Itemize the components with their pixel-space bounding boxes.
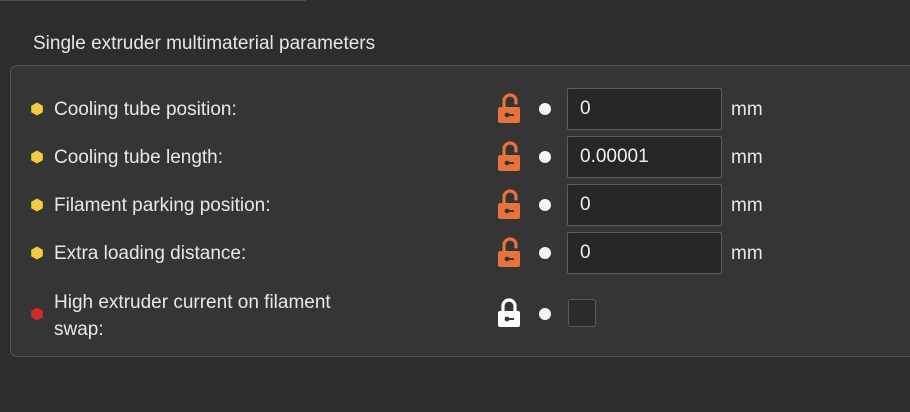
unit-label: mm xyxy=(731,195,763,216)
param-label-line1: High extruder current on filament xyxy=(54,292,331,313)
modified-indicator-icon xyxy=(31,102,43,116)
param-label: Cooling tube position: xyxy=(54,99,237,120)
reset-to-system-button[interactable] xyxy=(539,308,551,320)
unit-label: mm xyxy=(731,99,763,120)
reset-to-system-button[interactable] xyxy=(539,103,551,115)
param-label: Filament parking position: xyxy=(54,195,271,216)
param-label-line2: swap: xyxy=(54,319,104,340)
reset-to-system-button[interactable] xyxy=(539,199,551,211)
param-row-cooling-tube-position: Cooling tube position: mm xyxy=(0,88,910,130)
reset-to-system-button[interactable] xyxy=(539,247,551,259)
modified-indicator-icon xyxy=(31,307,43,321)
unlocked-lock-icon[interactable] xyxy=(496,189,522,221)
modified-indicator-icon xyxy=(31,198,43,212)
unlocked-lock-icon[interactable] xyxy=(496,237,522,269)
param-row-cooling-tube-length: Cooling tube length: mm xyxy=(0,136,910,178)
unit-label: mm xyxy=(731,147,763,168)
cooling-tube-length-input[interactable] xyxy=(567,136,722,178)
top-divider xyxy=(0,0,306,1)
modified-indicator-icon xyxy=(31,246,43,260)
cooling-tube-position-input[interactable] xyxy=(567,88,722,130)
unlocked-lock-icon[interactable] xyxy=(496,93,522,125)
param-label: Extra loading distance: xyxy=(54,243,247,264)
param-row-filament-parking-position: Filament parking position: mm xyxy=(0,184,910,226)
high-extruder-current-checkbox[interactable] xyxy=(568,299,596,327)
modified-indicator-icon xyxy=(31,150,43,164)
unit-label: mm xyxy=(731,243,763,264)
param-row-extra-loading-distance: Extra loading distance: mm xyxy=(0,232,910,274)
unlocked-lock-icon[interactable] xyxy=(496,141,522,173)
reset-to-system-button[interactable] xyxy=(539,151,551,163)
locked-lock-icon[interactable] xyxy=(496,297,522,329)
section-title: Single extruder multimaterial parameters xyxy=(33,33,376,54)
param-label: Cooling tube length: xyxy=(54,147,224,168)
extra-loading-distance-input[interactable] xyxy=(567,232,722,274)
filament-parking-position-input[interactable] xyxy=(567,184,722,226)
